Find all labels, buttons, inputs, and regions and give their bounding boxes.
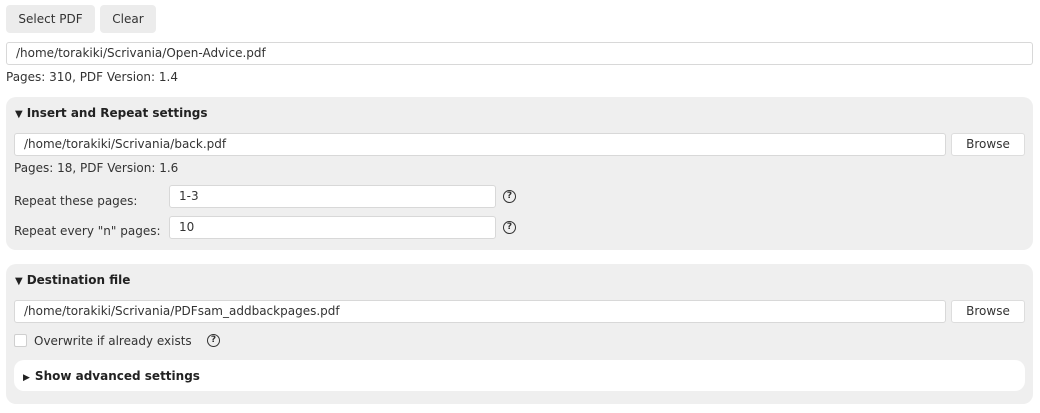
collapse-triangle-icon: ▼ — [15, 276, 23, 287]
destination-header[interactable]: ▼ Destination file — [15, 273, 130, 287]
destination-browse-button[interactable]: Browse — [951, 300, 1025, 323]
help-icon[interactable]: ? — [503, 221, 516, 234]
repeat-pages-input[interactable]: 1-3 — [169, 185, 496, 208]
destination-title: Destination file — [26, 273, 131, 287]
repeat-every-input[interactable]: 10 — [169, 216, 496, 239]
insert-file-field[interactable]: /home/torakiki/Scrivania/back.pdf — [14, 133, 946, 156]
repeat-every-label: Repeat every "n" pages: — [14, 224, 161, 238]
advanced-settings-header[interactable]: ▶ Show advanced settings — [23, 369, 200, 383]
overwrite-label: Overwrite if already exists — [34, 334, 192, 348]
insert-browse-button[interactable]: Browse — [951, 133, 1025, 156]
insert-repeat-header[interactable]: ▼ Insert and Repeat settings — [15, 106, 208, 120]
clear-button[interactable]: Clear — [100, 5, 156, 33]
source-file-info: Pages: 310, PDF Version: 1.4 — [6, 70, 178, 84]
overwrite-checkbox[interactable] — [14, 334, 27, 347]
advanced-settings-label: Show advanced settings — [34, 369, 200, 383]
insert-repeat-title: Insert and Repeat settings — [26, 106, 208, 120]
insert-file-info: Pages: 18, PDF Version: 1.6 — [14, 161, 179, 175]
destination-file-field[interactable]: /home/torakiki/Scrivania/PDFsam_addbackp… — [14, 300, 946, 323]
collapse-triangle-icon: ▼ — [15, 109, 23, 120]
help-icon[interactable]: ? — [207, 334, 220, 347]
source-file-field[interactable]: /home/torakiki/Scrivania/Open-Advice.pdf — [6, 42, 1033, 65]
select-pdf-button[interactable]: Select PDF — [6, 5, 95, 33]
repeat-pages-label: Repeat these pages: — [14, 194, 138, 208]
help-icon[interactable]: ? — [503, 190, 516, 203]
expand-triangle-icon: ▶ — [23, 373, 30, 383]
